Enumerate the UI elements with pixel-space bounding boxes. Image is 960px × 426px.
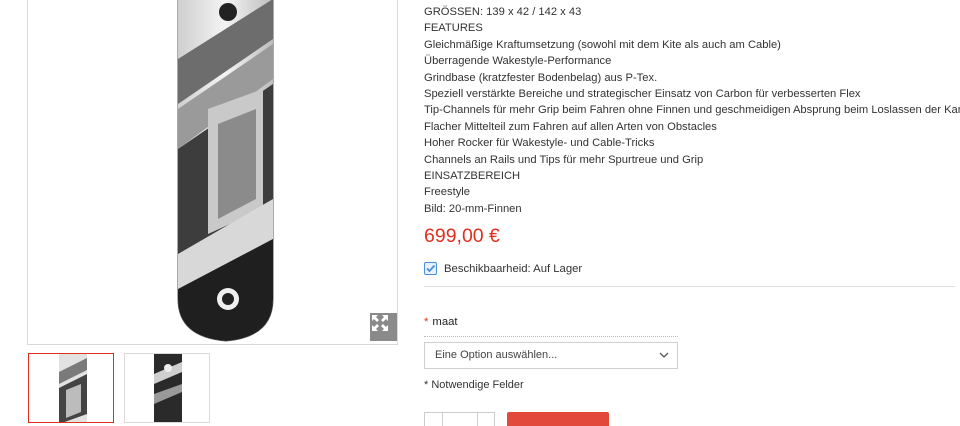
description-line: Flacher Mittelteil zum Fahren auf allen … — [424, 120, 717, 133]
divider — [424, 286, 955, 287]
checkbox-checked-icon — [424, 262, 437, 275]
decrement-button[interactable] — [442, 413, 443, 426]
kiteboard-image — [177, 0, 274, 342]
description-line: Channels an Rails und Tips für mehr Spur… — [424, 153, 704, 166]
product-main-image[interactable] — [27, 0, 398, 345]
product-price: 699,00 € — [424, 225, 500, 247]
availability-text: Beschikbaarheid: Auf Lager — [444, 262, 583, 275]
product-description: GRÖSSEN: 139 x 42 / 142 x 43 FEATURES Gl… — [424, 4, 960, 217]
quantity-stepper[interactable] — [424, 412, 495, 426]
add-to-cart-button[interactable] — [507, 412, 609, 426]
thumbnail-1[interactable] — [28, 353, 114, 423]
description-line: FEATURES — [424, 22, 483, 35]
size-select[interactable]: Eine Option auswählen... — [424, 342, 678, 369]
thumbnail-2[interactable] — [124, 353, 210, 423]
thumbnail-image — [154, 354, 182, 422]
description-line: Bild: 20-mm-Finnen — [424, 202, 522, 215]
description-line: Gleichmäßige Kraftumsetzung (sowohl mit … — [424, 38, 781, 51]
description-line: GRÖSSEN: 139 x 42 / 142 x 43 — [424, 6, 582, 18]
size-option-label: * maat — [424, 316, 458, 328]
description-line: Tip-Channels für mehr Grip beim Fahren o… — [424, 104, 960, 117]
description-line: EINSATZBEREICH — [424, 170, 521, 183]
expand-icon[interactable] — [370, 313, 397, 341]
required-marker: * — [424, 316, 429, 328]
divider — [424, 336, 678, 337]
description-line: Hoher Rocker für Wakestyle- und Cable-Tr… — [424, 137, 655, 150]
size-label-text: maat — [432, 316, 458, 328]
description-line: Grindbase (kratzfester Bodenbelag) aus P… — [424, 71, 658, 84]
description-line: Speziell verstärkte Bereiche und strateg… — [424, 88, 861, 101]
thumbnail-image — [59, 354, 87, 422]
size-select-value: Eine Option auswählen... — [435, 349, 558, 361]
required-fields-note: * Notwendige Felder — [424, 379, 524, 391]
increment-button[interactable] — [477, 413, 478, 426]
description-line: Freestyle — [424, 186, 471, 199]
description-line: Überragende Wakestyle-Performance — [424, 55, 612, 68]
availability-status: Beschikbaarheid: Auf Lager — [424, 262, 582, 275]
chevron-down-icon — [659, 352, 669, 358]
